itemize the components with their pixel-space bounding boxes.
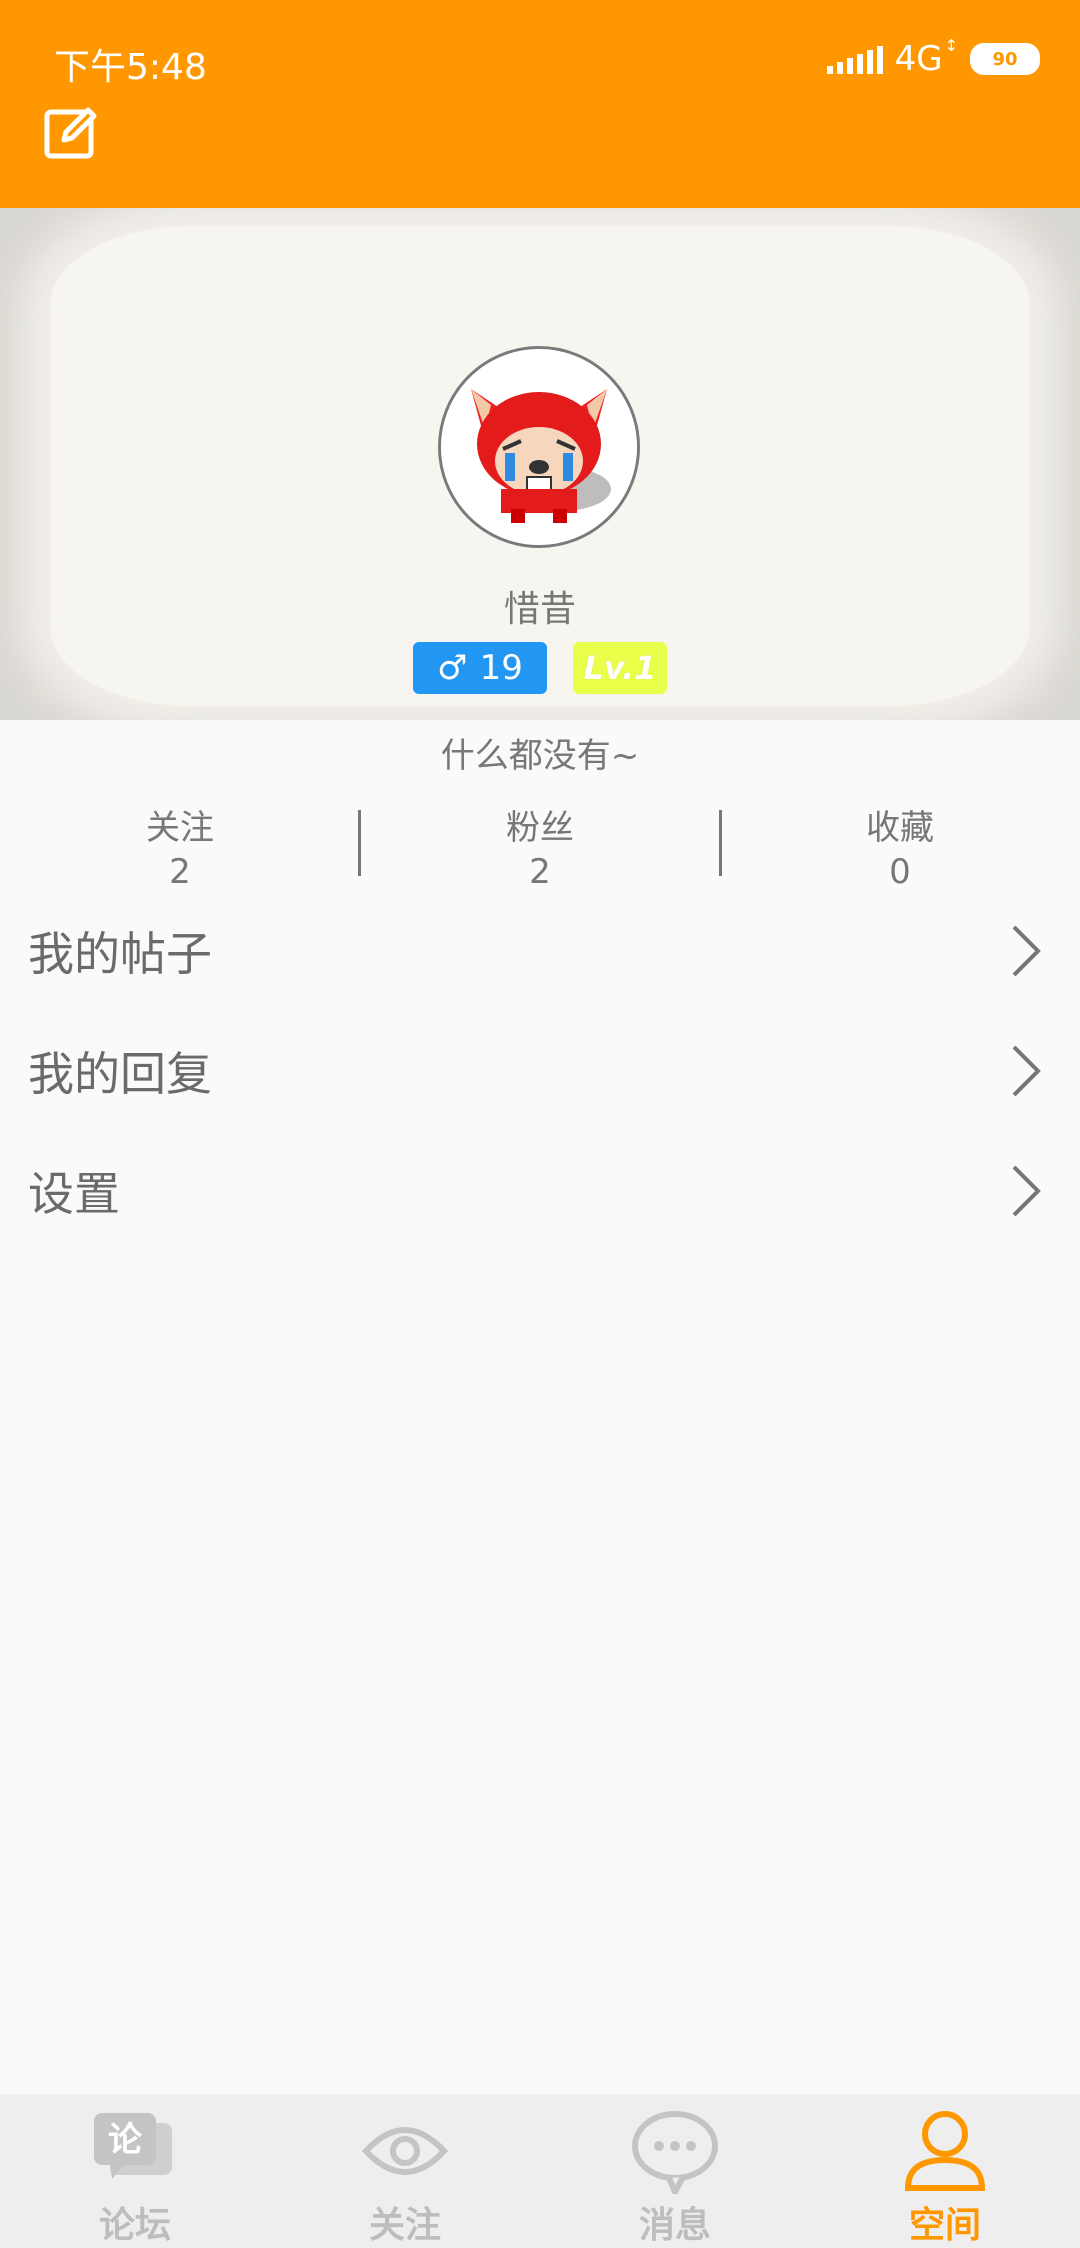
nav-label: 关注	[368, 2205, 441, 2246]
menu-item-label: 我的回复	[28, 1047, 212, 1101]
nav-tab-following[interactable]: 关注	[270, 2094, 540, 2248]
network-indicator: 4G ↕	[894, 36, 958, 80]
menu-item-label: 我的帖子	[28, 927, 212, 981]
battery-level: 90	[992, 48, 1018, 70]
status-indicators: 4G ↕ 90	[826, 36, 1040, 80]
stat-followers[interactable]: 粉丝 2	[360, 806, 720, 896]
nav-label: 空间	[908, 2205, 981, 2246]
bottom-navigation: 论 论坛 关注 消息 空间	[0, 2094, 1080, 2248]
stat-label: 关注	[146, 808, 214, 848]
stat-label: 粉丝	[506, 808, 574, 848]
stat-divider	[719, 810, 722, 876]
chevron-right-icon	[1012, 925, 1041, 977]
stats-row: 关注 2 粉丝 2 收藏 0	[0, 806, 1080, 896]
top-app-bar: 下午5:48 4G ↕ 90	[0, 0, 1080, 208]
stat-favorites[interactable]: 收藏 0	[720, 806, 1080, 896]
stat-value: 2	[529, 852, 551, 892]
menu-item-settings[interactable]: 设置	[0, 1136, 1080, 1246]
username: 惜昔	[503, 589, 576, 630]
stat-label: 收藏	[866, 808, 934, 848]
nav-tab-messages[interactable]: 消息	[540, 2094, 810, 2248]
user-bio: 什么都没有~	[440, 736, 640, 776]
avatar[interactable]	[438, 346, 640, 548]
network-type: 4G	[894, 39, 943, 79]
battery-icon: 90	[970, 43, 1040, 75]
level-value: Lv.1	[583, 649, 657, 687]
menu-item-label: 设置	[28, 1167, 120, 1221]
svg-text:论: 论	[108, 2120, 143, 2160]
chevron-right-icon	[1012, 1165, 1041, 1217]
nav-label: 论坛	[98, 2205, 171, 2246]
chevron-right-icon	[1012, 1045, 1041, 1097]
stat-value: 0	[889, 852, 911, 892]
profile-badges: ♂ 19 Lv.1	[0, 642, 1080, 696]
menu-item-my-posts[interactable]: 我的帖子	[0, 896, 1080, 1006]
fox-avatar-image	[441, 349, 637, 545]
stat-divider	[358, 810, 361, 876]
eye-icon	[361, 2127, 449, 2175]
nav-tab-forum[interactable]: 论 论坛	[0, 2094, 270, 2248]
user-icon	[904, 2111, 986, 2191]
gender-age-badge: ♂ 19	[413, 642, 547, 694]
level-badge: Lv.1	[573, 642, 667, 694]
stat-value: 2	[169, 852, 191, 892]
nav-tab-space[interactable]: 空间	[810, 2094, 1080, 2248]
age-value: 19	[479, 648, 523, 688]
edit-button[interactable]	[40, 100, 104, 164]
chat-icon	[632, 2111, 718, 2194]
signal-icon	[826, 44, 883, 74]
stat-following[interactable]: 关注 2	[0, 806, 360, 896]
edit-icon	[44, 107, 97, 159]
male-icon: ♂	[437, 648, 468, 688]
forum-icon: 论	[94, 2113, 172, 2179]
data-arrows-icon: ↕	[944, 36, 958, 55]
menu-item-my-replies[interactable]: 我的回复	[0, 1016, 1080, 1126]
nav-label: 消息	[638, 2205, 711, 2246]
status-time: 下午5:48	[54, 47, 207, 88]
